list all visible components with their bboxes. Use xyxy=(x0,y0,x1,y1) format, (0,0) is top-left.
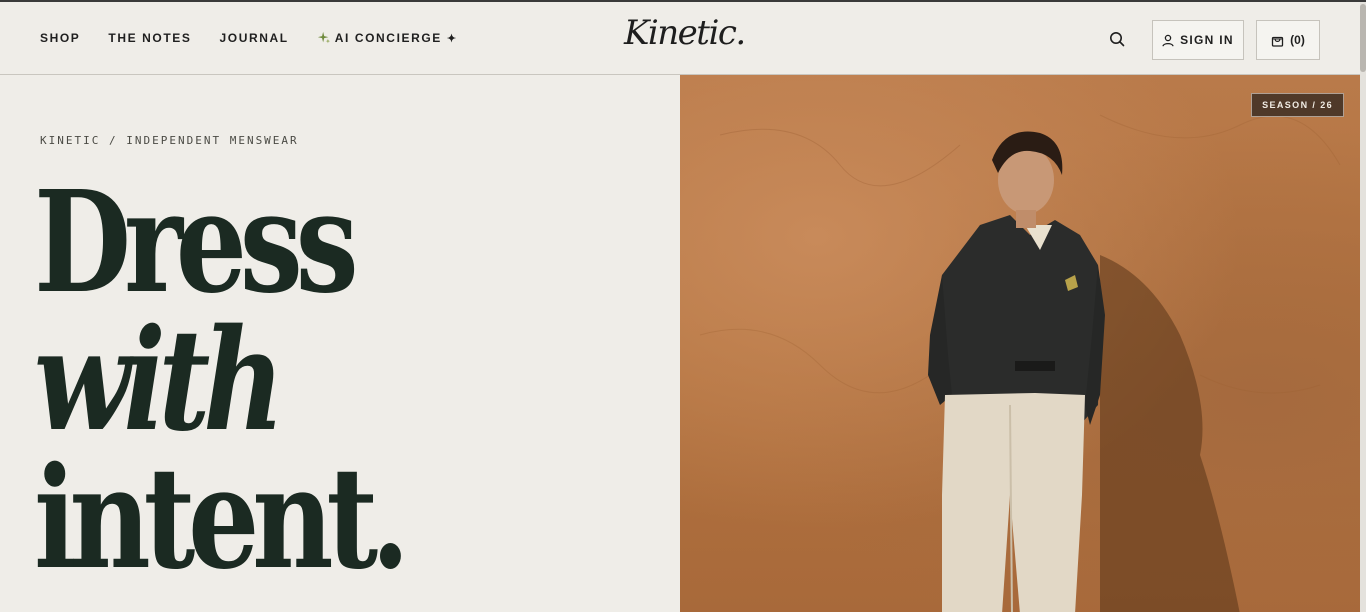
headline-line-3: intent. xyxy=(34,437,410,601)
headline-line-1: Dress xyxy=(34,161,359,325)
headline-line-2: with xyxy=(34,299,285,463)
hero-headline: Dress with intent. xyxy=(34,161,410,601)
star-icon: ✦ xyxy=(446,32,458,45)
search-button[interactable] xyxy=(1108,30,1126,48)
cart-count: (0) xyxy=(1290,33,1305,47)
sign-in-label: SIGN IN xyxy=(1180,33,1234,47)
logo[interactable]: Kinetic. xyxy=(624,16,746,50)
sign-in-button[interactable]: SIGN IN xyxy=(1152,20,1244,60)
scrollbar-thumb[interactable] xyxy=(1360,4,1366,72)
cart-button[interactable]: (0) xyxy=(1256,20,1320,60)
nav-the-notes[interactable]: THE NOTES xyxy=(108,31,191,45)
shopping-bag-icon xyxy=(1272,36,1284,47)
nav-ai-concierge[interactable]: AI CONCIERGE ✦ xyxy=(317,31,458,45)
search-icon xyxy=(1110,32,1125,47)
user-icon xyxy=(1162,34,1174,46)
scrollbar[interactable] xyxy=(1360,2,1366,612)
model-photo xyxy=(699,114,1341,612)
main-nav: SHOP THE NOTES JOURNAL AI CONCIERGE ✦ xyxy=(40,31,486,45)
nav-ai-concierge-label: AI CONCIERGE xyxy=(334,31,442,45)
season-badge: SEASON / 26 xyxy=(1251,93,1344,117)
sparkle-icon xyxy=(317,31,330,44)
nav-shop[interactable]: SHOP xyxy=(40,31,80,45)
site-header: SHOP THE NOTES JOURNAL AI CONCIERGE ✦ Ki… xyxy=(0,2,1360,75)
page: SHOP THE NOTES JOURNAL AI CONCIERGE ✦ Ki… xyxy=(0,0,1366,612)
hero-eyebrow: KINETIC / INDEPENDENT MENSWEAR xyxy=(40,134,299,147)
hero-image: SEASON / 26 xyxy=(680,75,1360,612)
nav-journal[interactable]: JOURNAL xyxy=(220,31,289,45)
